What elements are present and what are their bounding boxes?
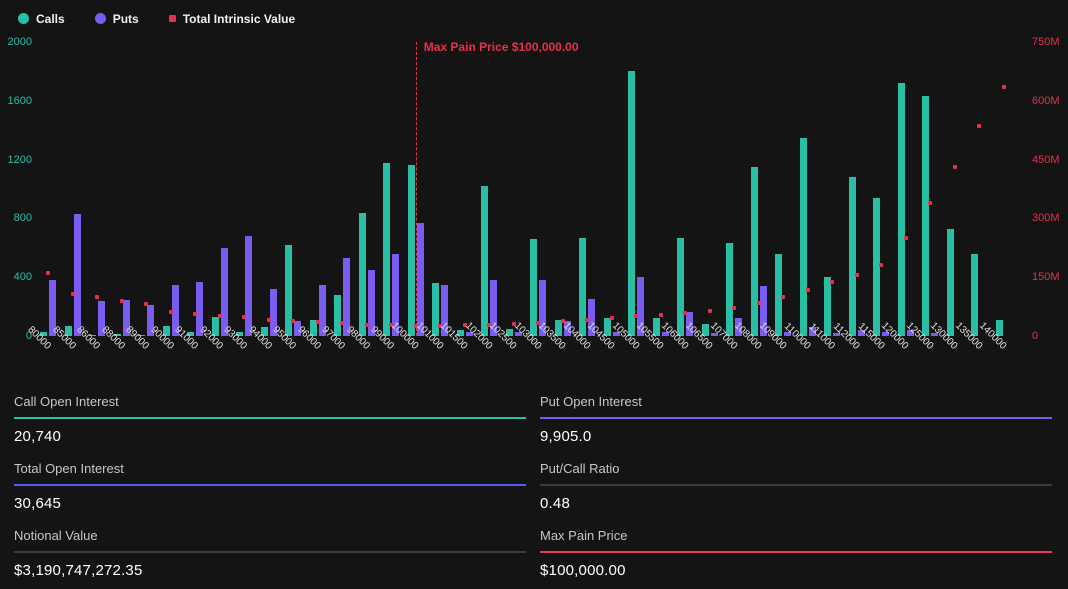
total-intrinsic-value-dot[interactable] bbox=[610, 316, 614, 320]
stat-put-call-ratio: Put/Call Ratio 0.48 bbox=[540, 461, 1052, 512]
total-intrinsic-value-dot[interactable] bbox=[855, 273, 859, 277]
puts-series-icon bbox=[95, 13, 106, 24]
max-pain-chart[interactable]: 04008001200160020000150M300M450M600M750M… bbox=[0, 30, 1068, 382]
calls-bar[interactable] bbox=[922, 96, 929, 336]
calls-bar[interactable] bbox=[824, 277, 831, 336]
calls-bar[interactable] bbox=[800, 138, 807, 336]
puts-bar[interactable] bbox=[343, 258, 350, 336]
total-intrinsic-value-dot[interactable] bbox=[659, 313, 663, 317]
calls-bar[interactable] bbox=[947, 229, 954, 336]
total-intrinsic-value-dot[interactable] bbox=[193, 312, 197, 316]
calls-bar[interactable] bbox=[359, 213, 366, 336]
max-pain-line bbox=[416, 42, 417, 336]
puts-bar[interactable] bbox=[74, 214, 81, 336]
total-intrinsic-value-dot[interactable] bbox=[1002, 85, 1006, 89]
stat-call-open-interest-label: Call Open Interest bbox=[14, 394, 526, 417]
legend-item-puts[interactable]: Puts bbox=[95, 12, 139, 26]
calls-series-icon bbox=[18, 13, 29, 24]
calls-bar[interactable] bbox=[677, 238, 684, 336]
total-intrinsic-value-dot[interactable] bbox=[928, 201, 932, 205]
calls-bar[interactable] bbox=[726, 243, 733, 336]
stat-total-open-interest-label: Total Open Interest bbox=[14, 461, 526, 484]
left-axis-tick-label: 400 bbox=[2, 271, 32, 283]
right-axis-tick-label: 150M bbox=[1032, 271, 1060, 283]
total-intrinsic-value-dot[interactable] bbox=[757, 301, 761, 305]
total-intrinsic-value-dot[interactable] bbox=[71, 292, 75, 296]
calls-bar[interactable] bbox=[334, 295, 341, 336]
right-axis-tick-label: 450M bbox=[1032, 154, 1060, 166]
stat-notional-value-label: Notional Value bbox=[14, 528, 526, 551]
stats-panel: Call Open Interest 20,740 Put Open Inter… bbox=[0, 382, 1068, 579]
total-intrinsic-value-dot[interactable] bbox=[169, 310, 173, 314]
total-intrinsic-value-dot[interactable] bbox=[561, 319, 565, 323]
chart-legend: Calls Puts Total Intrinsic Value bbox=[0, 0, 1068, 26]
legend-puts-label: Puts bbox=[113, 12, 139, 26]
calls-bar[interactable] bbox=[849, 177, 856, 336]
x-axis-strike-label: 140000 bbox=[977, 320, 1008, 351]
stat-max-pain-price-label: Max Pain Price bbox=[540, 528, 1052, 551]
total-intrinsic-value-dot[interactable] bbox=[879, 263, 883, 267]
legend-calls-label: Calls bbox=[36, 12, 65, 26]
total-intrinsic-value-dot[interactable] bbox=[683, 311, 687, 315]
total-intrinsic-value-dot[interactable] bbox=[267, 318, 271, 322]
total-intrinsic-value-dot[interactable] bbox=[953, 165, 957, 169]
total-intrinsic-value-dot[interactable] bbox=[46, 271, 50, 275]
calls-bar[interactable] bbox=[971, 254, 978, 336]
calls-bar[interactable] bbox=[898, 83, 905, 336]
stat-call-open-interest: Call Open Interest 20,740 bbox=[14, 394, 526, 445]
total-intrinsic-value-dot[interactable] bbox=[781, 295, 785, 299]
calls-bar[interactable] bbox=[751, 167, 758, 336]
stat-put-open-interest-value: 9,905.0 bbox=[540, 419, 1052, 445]
x-axis-strike-label: 110000 bbox=[782, 321, 813, 352]
total-intrinsic-value-series-icon bbox=[169, 15, 176, 22]
total-intrinsic-value-dot[interactable] bbox=[316, 320, 320, 324]
legend-item-total-intrinsic-value[interactable]: Total Intrinsic Value bbox=[169, 12, 295, 26]
stat-max-pain-price: Max Pain Price $100,000.00 bbox=[540, 528, 1052, 579]
total-intrinsic-value-dot[interactable] bbox=[806, 288, 810, 292]
legend-tiv-label: Total Intrinsic Value bbox=[183, 12, 295, 26]
calls-bar[interactable] bbox=[383, 163, 390, 336]
stat-notional-value: Notional Value $3,190,747,272.35 bbox=[14, 528, 526, 579]
total-intrinsic-value-dot[interactable] bbox=[708, 309, 712, 313]
stat-put-open-interest-label: Put Open Interest bbox=[540, 394, 1052, 417]
stat-notional-value-value: $3,190,747,272.35 bbox=[14, 553, 526, 579]
calls-bar[interactable] bbox=[481, 186, 488, 336]
legend-item-calls[interactable]: Calls bbox=[18, 12, 65, 26]
stat-put-call-ratio-label: Put/Call Ratio bbox=[540, 461, 1052, 484]
max-pain-label: Max Pain Price $100,000.00 bbox=[424, 40, 579, 54]
total-intrinsic-value-dot[interactable] bbox=[218, 314, 222, 318]
left-axis-tick-label: 800 bbox=[2, 212, 32, 224]
stat-max-pain-price-value: $100,000.00 bbox=[540, 553, 1052, 579]
left-axis-tick-label: 2000 bbox=[2, 36, 32, 48]
right-axis-tick-label: 750M bbox=[1032, 36, 1060, 48]
puts-bar[interactable] bbox=[417, 223, 424, 336]
right-axis-tick-label: 600M bbox=[1032, 95, 1060, 107]
total-intrinsic-value-dot[interactable] bbox=[830, 280, 834, 284]
total-intrinsic-value-dot[interactable] bbox=[242, 315, 246, 319]
total-intrinsic-value-dot[interactable] bbox=[365, 323, 369, 327]
left-axis-tick-label: 1200 bbox=[2, 154, 32, 166]
stat-total-open-interest-value: 30,645 bbox=[14, 486, 526, 512]
right-axis-tick-label: 0 bbox=[1032, 330, 1038, 342]
total-intrinsic-value-dot[interactable] bbox=[144, 302, 148, 306]
puts-bar[interactable] bbox=[245, 236, 252, 336]
total-intrinsic-value-dot[interactable] bbox=[291, 319, 295, 323]
puts-bar[interactable] bbox=[221, 248, 228, 336]
left-axis-tick-label: 1600 bbox=[2, 95, 32, 107]
total-intrinsic-value-dot[interactable] bbox=[95, 295, 99, 299]
total-intrinsic-value-dot[interactable] bbox=[904, 236, 908, 240]
total-intrinsic-value-dot[interactable] bbox=[732, 306, 736, 310]
stat-call-open-interest-value: 20,740 bbox=[14, 419, 526, 445]
stat-total-open-interest: Total Open Interest 30,645 bbox=[14, 461, 526, 512]
total-intrinsic-value-dot[interactable] bbox=[585, 318, 589, 322]
stat-put-call-ratio-value: 0.48 bbox=[540, 486, 1052, 512]
calls-bar[interactable] bbox=[628, 71, 635, 336]
calls-bar[interactable] bbox=[408, 165, 415, 336]
stat-put-open-interest: Put Open Interest 9,905.0 bbox=[540, 394, 1052, 445]
total-intrinsic-value-dot[interactable] bbox=[120, 299, 124, 303]
right-axis-tick-label: 300M bbox=[1032, 212, 1060, 224]
total-intrinsic-value-dot[interactable] bbox=[977, 124, 981, 128]
